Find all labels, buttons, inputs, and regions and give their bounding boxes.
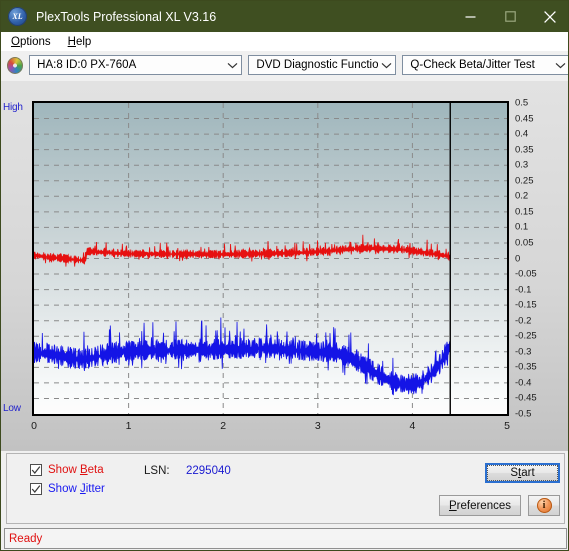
y-tick-label: 0 [515, 253, 521, 264]
x-tick-label: 2 [220, 420, 227, 432]
show-beta-label-pre: Show [48, 464, 80, 476]
test-select[interactable]: Q-Check Beta/Jitter Test [402, 55, 568, 75]
series-beta [34, 234, 451, 267]
chevron-down-icon [552, 62, 568, 69]
selector-toolbar: HA:8 ID:0 PX-760A DVD Diagnostic Functio… [1, 51, 568, 79]
start-button-inner: St art [487, 465, 558, 481]
title-bar: XL PlexTools Professional XL V3.16 [1, 1, 568, 32]
y-tick-label: -0.45 [515, 392, 537, 404]
y-tick-label: 0.05 [515, 237, 534, 249]
show-beta-label: Show Beta [48, 464, 104, 476]
lsn-value: 2295040 [186, 465, 231, 477]
y-tick-label: 0.15 [515, 206, 534, 218]
x-tick-label: 3 [314, 420, 321, 432]
y-tick-label: 0.4 [515, 128, 529, 140]
y-axis-high-label: High [3, 102, 23, 113]
chevron-down-icon [224, 62, 241, 69]
close-icon [544, 10, 556, 23]
info-button[interactable]: i [528, 495, 560, 516]
start-label-pre: S [510, 467, 519, 479]
status-bar: Ready [4, 528, 567, 549]
y-tick-label: -0.35 [515, 361, 537, 373]
minimize-button[interactable] [450, 1, 490, 32]
plextools-window: XL PlexTools Professional XL V3.16 Optio… [0, 0, 569, 551]
y-tick-label: -0.1 [515, 284, 532, 296]
menu-item-options[interactable]: Options [4, 35, 58, 49]
disc-icon [7, 56, 24, 74]
show-jitter-label-pre: Show [48, 483, 80, 495]
x-tick-label: 4 [409, 420, 416, 432]
menu-item-help[interactable]: Help [61, 35, 99, 49]
plot-area[interactable] [32, 101, 509, 416]
preferences-mnemonic: P [448, 499, 457, 512]
y-tick-label: 0.3 [515, 159, 529, 171]
y-tick-label: 0.35 [515, 144, 534, 156]
preferences-button[interactable]: Preferences [439, 495, 521, 516]
x-tick-label: 0 [31, 420, 37, 432]
y-tick-label: -0.5 [515, 408, 532, 420]
controls-panel: Show Beta Show Jitter LSN: 2295040 St art… [6, 453, 565, 524]
test-select-value: Q-Check Beta/Jitter Test [410, 59, 535, 71]
preferences-label-post: references [456, 499, 511, 512]
checkbox-checked-icon [30, 483, 42, 495]
menu-help-rest: elp [75, 35, 92, 48]
y-tick-label: -0.15 [515, 299, 537, 311]
close-button[interactable] [530, 1, 568, 32]
app-logo-icon: XL [8, 7, 27, 26]
drive-select-value: HA:8 ID:0 PX-760A [37, 59, 137, 71]
y-tick-label: 0.2 [515, 190, 529, 202]
y-tick-label: -0.4 [515, 377, 532, 389]
show-beta-mnemonic: B [79, 464, 88, 476]
function-select-value: DVD Diagnostic Functions [256, 59, 379, 71]
y-tick-label: -0.05 [515, 268, 537, 280]
window-title: PlexTools Professional XL V3.16 [36, 9, 217, 24]
minimize-icon [465, 16, 475, 18]
chevron-down-icon [378, 62, 395, 69]
y-tick-label: 0.45 [515, 113, 534, 125]
preferences-label: Preferences [449, 500, 511, 512]
start-button[interactable]: St art [485, 463, 560, 483]
show-jitter-label: Show Jitter [48, 483, 105, 495]
checkbox-checked-icon [30, 464, 42, 476]
maximize-button[interactable] [490, 1, 530, 32]
maximize-icon [504, 11, 516, 22]
chart-panel: High Low 0.5 0.45 0.4 0.35 0.3 0.25 0.2 0.15 0.1… [1, 81, 568, 451]
lsn-label: LSN: [144, 465, 170, 477]
x-tick-label: 5 [504, 420, 510, 432]
menu-options-rest: ptions [19, 35, 51, 48]
y-tick-label: 0.25 [515, 175, 534, 187]
drive-select[interactable]: HA:8 ID:0 PX-760A [29, 55, 243, 75]
y-tick-label: -0.2 [515, 315, 532, 327]
show-jitter-checkbox[interactable]: Show Jitter [30, 483, 105, 495]
show-beta-checkbox[interactable]: Show Beta [30, 464, 104, 476]
show-beta-label-post: eta [87, 464, 104, 476]
menu-options-mnemonic: O [11, 35, 20, 48]
series-jitter [34, 317, 451, 396]
menu-bar: Options Help [1, 32, 568, 51]
function-select[interactable]: DVD Diagnostic Functions [248, 55, 397, 75]
y-axis-low-label: Low [3, 403, 21, 414]
x-tick-label: 1 [125, 420, 132, 432]
info-icon: i [536, 498, 552, 513]
y-tick-label: 0.5 [515, 97, 529, 109]
y-tick-label: 0.1 [515, 221, 529, 233]
y-tick-label: -0.3 [515, 346, 532, 358]
menu-help-mnemonic: H [67, 35, 76, 48]
plot-svg [34, 103, 507, 414]
status-text: Ready [9, 532, 43, 545]
y-tick-label: -0.25 [515, 330, 537, 342]
show-jitter-label-post: itter [85, 483, 105, 495]
start-label-post: art [521, 467, 535, 479]
